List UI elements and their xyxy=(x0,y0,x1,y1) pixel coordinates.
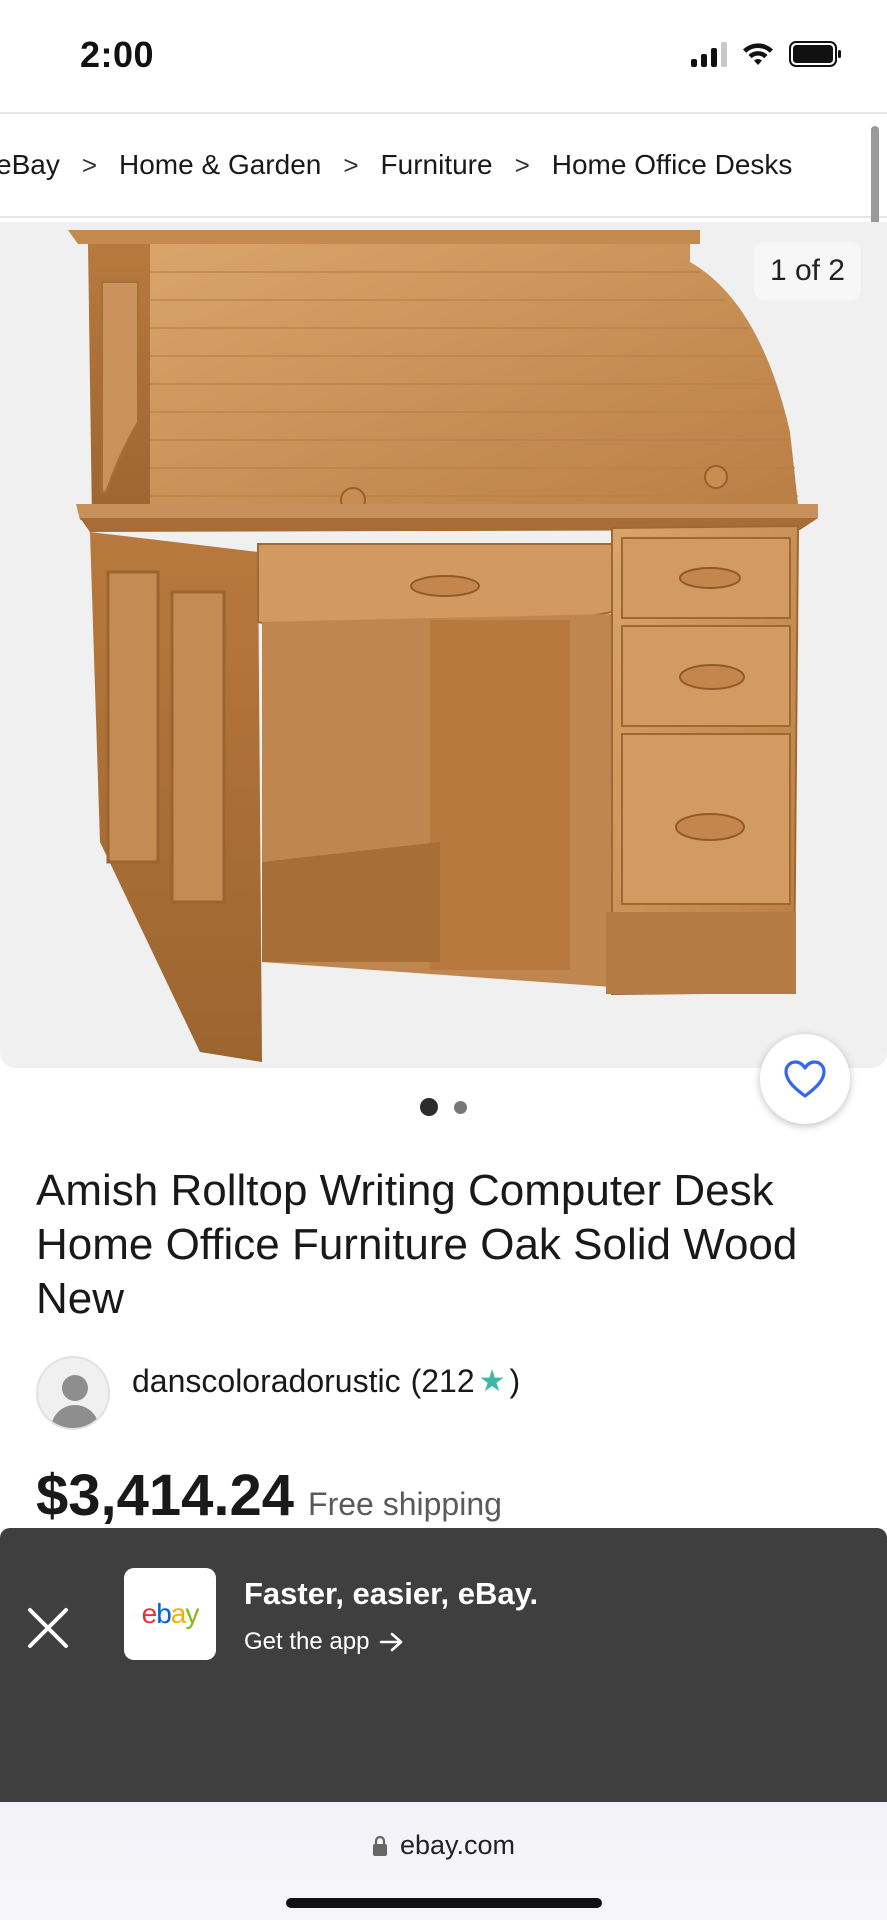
logo-letter-a: a xyxy=(170,1598,187,1629)
avatar[interactable] xyxy=(36,1356,110,1430)
price-row: $3,414.24 Free shipping xyxy=(36,1462,502,1529)
chevron-right-icon: > xyxy=(514,149,530,180)
gallery-pagination xyxy=(0,1098,887,1116)
breadcrumb-list: eBay > Home & Garden > Furniture > Home … xyxy=(0,149,802,181)
lock-icon xyxy=(372,1835,387,1856)
battery-icon xyxy=(789,41,841,67)
chevron-right-icon: > xyxy=(343,149,359,180)
listing-title: Amish Rolltop Writing Computer Desk Home… xyxy=(36,1166,798,1323)
banner-title: Faster, easier, eBay. xyxy=(244,1576,539,1611)
breadcrumb: eBay > Home & Garden > Furniture > Home … xyxy=(0,112,887,218)
shipping-text: Free shipping xyxy=(308,1486,502,1522)
url-domain: ebay.com xyxy=(399,1830,516,1860)
seller-info[interactable]: danscoloradorustic (212 ★ ) xyxy=(36,1356,520,1430)
close-icon[interactable] xyxy=(24,1604,72,1652)
status-icons xyxy=(691,40,843,68)
get-app-link[interactable]: Get the app xyxy=(244,1628,405,1656)
feedback-count: (212 xyxy=(410,1362,475,1399)
status-time: 2:00 xyxy=(80,34,155,75)
breadcrumb-item-ebay[interactable]: eBay xyxy=(0,149,70,181)
logo-letter-b: b xyxy=(156,1598,172,1629)
image-gallery[interactable]: 1 of 2 xyxy=(0,222,887,1068)
home-indicator[interactable] xyxy=(286,1898,602,1908)
browser-url-bar[interactable]: ebay.com xyxy=(0,1802,887,1920)
app-banner: ebay Faster, easier, eBay. Get the app xyxy=(0,1528,887,1802)
price: $3,414.24 xyxy=(36,1463,295,1528)
status-bar: 2:00 xyxy=(0,0,887,112)
star-icon: ★ xyxy=(478,1364,506,1398)
product-image[interactable] xyxy=(0,222,887,1068)
breadcrumb-item-home-garden[interactable]: Home & Garden xyxy=(109,149,331,181)
chevron-right-icon: > xyxy=(81,149,98,180)
pagination-dot-active[interactable] xyxy=(420,1098,438,1116)
signal-icon xyxy=(691,41,727,67)
arrow-right-icon xyxy=(380,1632,403,1652)
logo-letter-e: e xyxy=(141,1598,158,1629)
breadcrumb-item-furniture[interactable]: Furniture xyxy=(371,149,503,181)
pagination-dot[interactable] xyxy=(454,1100,467,1114)
ebay-logo: ebay xyxy=(124,1568,216,1660)
heart-icon xyxy=(784,1060,826,1098)
wifi-icon xyxy=(743,43,773,65)
seller-name[interactable]: danscoloradorustic xyxy=(132,1363,401,1400)
get-app-label: Get the app xyxy=(244,1628,370,1655)
breadcrumb-item-home-office-desks[interactable]: Home Office Desks xyxy=(542,149,803,181)
image-counter: 1 of 2 xyxy=(753,242,861,300)
feedback-close: ) xyxy=(509,1362,521,1399)
url-display[interactable]: ebay.com xyxy=(0,1830,887,1861)
logo-letter-y: y xyxy=(185,1598,199,1629)
